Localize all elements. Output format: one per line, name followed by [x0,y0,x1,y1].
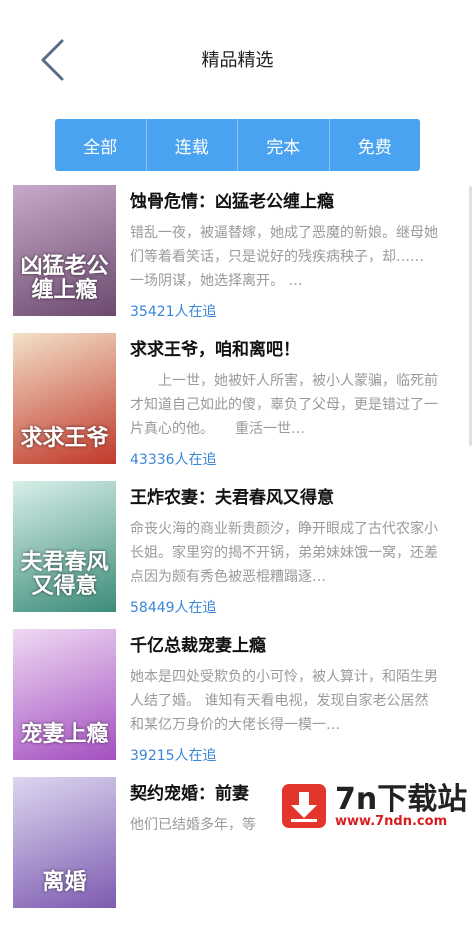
cover-title: 离婚 [42,869,87,895]
follower-count: 39215人在追 [130,748,217,764]
watermark-url: www.7ndn.com [335,814,448,829]
watermark: 7n下载站 www.7ndn.com [272,756,475,844]
book-cover[interactable]: 夫君春风又得意 [13,481,116,612]
book-title[interactable]: 千亿总裁宠妻上瘾 [130,631,266,656]
book-description: 她本是四处受欺负的小可怜，被人算计，和陌生男人结了婚。 谁知有天看电视，发现自家… [130,669,438,733]
book-title[interactable]: 契约宠婚：前妻 [130,779,249,804]
follower-count: 35421人在追 [130,304,217,320]
book-title[interactable]: 求求王爷，咱和离吧！ [130,335,300,360]
book-description: 命丧火海的商业新贵颜汐，睁开眼成了古代农家小长姐。家里穷的揭不开锅，弟弟妹妹饿一… [130,521,438,585]
scrollbar[interactable] [469,186,472,446]
book-title[interactable]: 王炸农妻：夫君春风又得意 [130,483,334,508]
cover-title: 凶猛老公缠上瘾 [20,253,109,303]
top-bar: 精品精选 [0,0,475,112]
follower-count: 43336人在追 [130,452,217,468]
book-item[interactable]: 凶猛老公缠上瘾 蚀骨危情：凶猛老公缠上瘾 错乱一夜，被逼替嫁，她成了恶魔的新娘。… [0,185,475,333]
book-item[interactable]: 夫君春风又得意 王炸农妻：夫君春风又得意 命丧火海的商业新贵颜汐，睁开眼成了古代… [0,481,475,629]
book-cover[interactable]: 宠妻上瘾 [13,629,116,760]
book-cover[interactable]: 求求王爷 [13,333,116,464]
book-cover[interactable]: 离婚 [13,777,116,908]
book-title[interactable]: 蚀骨危情：凶猛老公缠上瘾 [130,187,334,212]
tab-all[interactable]: 全部 [55,119,147,171]
book-item[interactable]: 求求王爷 求求王爷，咱和离吧！ 上一世，她被奸人所害，被小人蒙骗，临死前才知道自… [0,333,475,481]
tab-serializing[interactable]: 连载 [147,119,238,171]
follower-count: 58449人在追 [130,600,217,616]
watermark-title: 7n下载站 [335,782,468,817]
page-title: 精品精选 [201,50,274,71]
book-cover[interactable]: 凶猛老公缠上瘾 [13,185,116,316]
tab-free[interactable]: 免费 [330,119,421,171]
cover-title: 求求王爷 [20,425,109,451]
book-item[interactable]: 宠妻上瘾 千亿总裁宠妻上瘾 她本是四处受欺负的小可怜，被人算计，和陌生男人结了婚… [0,629,475,777]
tab-completed[interactable]: 完本 [238,119,330,171]
cover-title: 宠妻上瘾 [20,721,109,747]
book-description: 错乱一夜，被逼替嫁，她成了恶魔的新娘。继母她们等着看笑话，只是说好的残疾病秧子，… [130,225,438,289]
category-tabs: 全部 连载 完本 免费 [55,119,420,171]
cover-title: 夫君春风又得意 [20,549,109,599]
download-arrow-icon [282,784,326,828]
book-description: 上一世，她被奸人所害，被小人蒙骗，临死前才知道自己如此的傻，辜负了父母，更是错过… [130,373,438,437]
